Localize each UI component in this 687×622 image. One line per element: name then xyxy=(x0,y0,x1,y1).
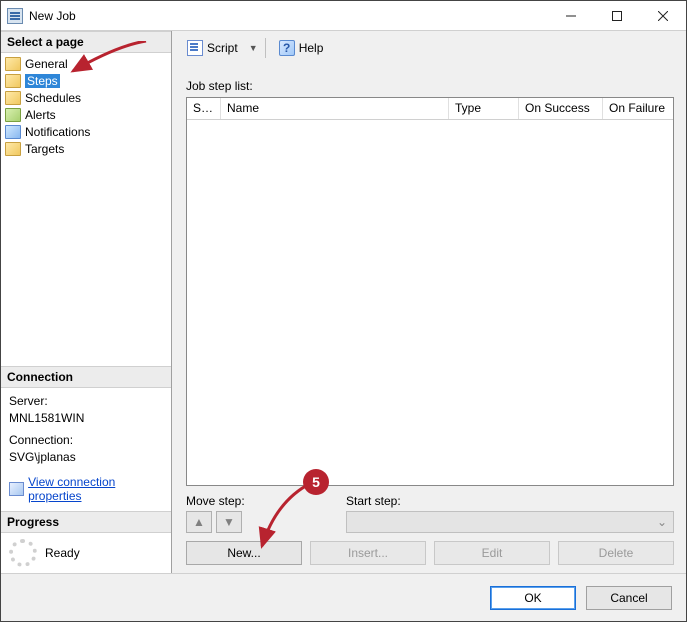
minimize-button[interactable] xyxy=(548,1,594,31)
page-list: General Steps Schedules Alerts Notificat… xyxy=(1,53,171,159)
col-name[interactable]: Name xyxy=(221,98,449,119)
sidebar-item-alerts[interactable]: Alerts xyxy=(1,106,171,123)
chevron-down-icon: ⌄ xyxy=(657,515,667,529)
insert-button: Insert... xyxy=(310,541,426,565)
edit-button: Edit xyxy=(434,541,550,565)
script-icon xyxy=(187,40,203,56)
col-on-failure[interactable]: On Failure xyxy=(603,98,673,119)
sidebar-item-steps[interactable]: Steps xyxy=(1,72,171,89)
cancel-button[interactable]: Cancel xyxy=(586,586,672,610)
sidebar-item-schedules[interactable]: Schedules xyxy=(1,89,171,106)
progress-spinner-icon xyxy=(9,539,37,567)
progress-block: Ready xyxy=(1,533,171,573)
move-step-label: Move step: xyxy=(186,494,336,508)
delete-button: Delete xyxy=(558,541,674,565)
page-icon xyxy=(5,74,21,88)
col-type[interactable]: Type xyxy=(449,98,519,119)
sidebar-item-targets[interactable]: Targets xyxy=(1,140,171,157)
connection-properties-link[interactable]: View connection properties xyxy=(28,475,163,503)
move-down-button[interactable]: ▼ xyxy=(216,511,242,533)
page-icon xyxy=(5,142,21,156)
connection-block: Server: MNL1581WIN Connection: SVG\jplan… xyxy=(1,388,171,471)
toolbar: Script ▼ Help xyxy=(172,31,686,65)
progress-header: Progress xyxy=(1,511,171,533)
sidebar: Select a page General Steps Schedules Al… xyxy=(1,31,172,573)
page-icon xyxy=(5,108,21,122)
start-step-label: Start step: xyxy=(346,494,674,508)
titlebar: New Job xyxy=(1,1,686,31)
sidebar-item-label: Targets xyxy=(25,142,64,156)
insert-button-label: Insert... xyxy=(348,546,388,560)
arrow-up-icon: ▲ xyxy=(193,515,205,529)
col-status[interactable]: St... xyxy=(187,98,221,119)
maximize-button[interactable] xyxy=(594,1,640,31)
help-button[interactable]: Help xyxy=(274,37,329,59)
help-icon xyxy=(279,40,295,56)
sidebar-item-label: Steps xyxy=(25,74,60,88)
script-dropdown[interactable]: ▼ xyxy=(247,43,257,53)
progress-status: Ready xyxy=(45,546,80,560)
page-icon xyxy=(5,57,21,71)
connection-label: Connection: xyxy=(9,433,163,447)
move-up-button[interactable]: ▲ xyxy=(186,511,212,533)
page-icon xyxy=(5,125,21,139)
connection-header: Connection xyxy=(1,366,171,388)
job-step-list-label: Job step list: xyxy=(186,79,674,93)
edit-button-label: Edit xyxy=(482,546,503,560)
start-step-combo[interactable]: ⌄ xyxy=(346,511,674,533)
new-button[interactable]: New... xyxy=(186,541,302,565)
sidebar-item-label: General xyxy=(25,57,68,71)
grid-header: St... Name Type On Success On Failure xyxy=(187,98,673,120)
arrow-down-icon: ▼ xyxy=(223,515,235,529)
sidebar-item-label: Notifications xyxy=(25,125,90,139)
connection-properties-icon xyxy=(9,482,24,496)
page-icon xyxy=(5,91,21,105)
view-connection-properties[interactable]: View connection properties xyxy=(1,471,171,511)
window-title: New Job xyxy=(29,9,76,23)
script-button[interactable]: Script xyxy=(182,37,243,59)
job-step-grid[interactable]: St... Name Type On Success On Failure xyxy=(186,97,674,486)
select-page-header: Select a page xyxy=(1,31,171,53)
connection-value: SVG\jplanas xyxy=(9,450,163,464)
help-label: Help xyxy=(299,41,324,55)
ok-label: OK xyxy=(524,591,541,605)
server-label: Server: xyxy=(9,394,163,408)
cancel-label: Cancel xyxy=(610,591,647,605)
ok-button[interactable]: OK xyxy=(490,586,576,610)
delete-button-label: Delete xyxy=(599,546,634,560)
content: Script ▼ Help Job step list: St... Name … xyxy=(172,31,686,573)
dialog-footer: OK Cancel xyxy=(1,573,686,621)
script-label: Script xyxy=(207,41,238,55)
sidebar-item-general[interactable]: General xyxy=(1,55,171,72)
new-button-label: New... xyxy=(227,546,260,560)
app-icon xyxy=(7,8,23,24)
toolbar-separator xyxy=(265,38,266,58)
sidebar-item-label: Alerts xyxy=(25,108,56,122)
col-on-success[interactable]: On Success xyxy=(519,98,603,119)
close-button[interactable] xyxy=(640,1,686,31)
server-value: MNL1581WIN xyxy=(9,411,163,425)
sidebar-item-notifications[interactable]: Notifications xyxy=(1,123,171,140)
grid-body xyxy=(187,120,673,485)
sidebar-item-label: Schedules xyxy=(25,91,81,105)
